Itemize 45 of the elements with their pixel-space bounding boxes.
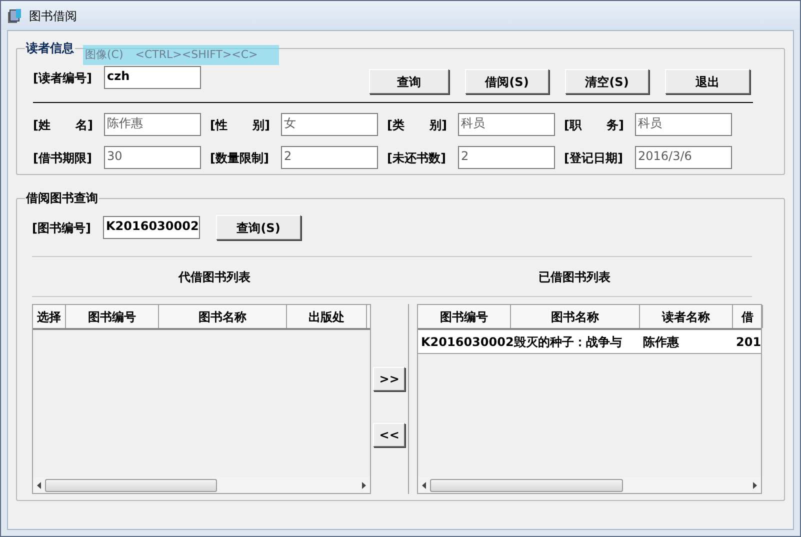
field-label: [图书编号] xyxy=(32,220,92,236)
column-header[interactable]: 图书名称 xyxy=(511,305,640,328)
scroll-right-icon[interactable] xyxy=(362,482,366,488)
column-header[interactable]: 借 xyxy=(733,305,763,328)
field-label: [登记日期] xyxy=(564,150,624,166)
push-button[interactable]: 查询 xyxy=(369,69,449,94)
field-label: [读者编号] xyxy=(33,70,93,86)
table-cell-text: 201 xyxy=(735,334,762,350)
scrollbar-thumb[interactable] xyxy=(430,478,623,492)
group-title: 借阅图书查询 xyxy=(25,190,99,207)
push-button[interactable]: 查询(S) xyxy=(216,215,301,240)
field-label: [数量限制] xyxy=(210,150,270,166)
tooltip-shortcut: <CTRL><SHIFT><C> xyxy=(135,46,258,63)
push-button[interactable]: 借阅(S) xyxy=(465,69,549,94)
scroll-left-icon[interactable] xyxy=(37,482,41,488)
column-header[interactable]: 图书名称 xyxy=(159,305,287,328)
text-field[interactable]: K2016030002 xyxy=(103,216,200,239)
column-header[interactable]: 图书编号 xyxy=(418,305,511,328)
table-cell-text: 陈作惠 xyxy=(642,334,680,350)
scroll-right-icon[interactable] xyxy=(753,482,757,488)
table-cell-text: 毁灭的种子：战争与 xyxy=(513,334,623,350)
scrollbar-thumb[interactable] xyxy=(45,478,217,492)
list-title: 代借图书列表 xyxy=(177,268,252,286)
group-title: 读者信息 xyxy=(25,40,75,57)
field-label: [性 别] xyxy=(210,116,272,134)
move-button[interactable]: << xyxy=(373,423,406,447)
field-label: [未还书数] xyxy=(387,150,447,166)
column-header[interactable]: 选择 xyxy=(33,305,66,328)
field-label: [借书期限] xyxy=(33,150,93,166)
move-button[interactable]: >> xyxy=(373,367,406,391)
push-button[interactable]: 清空(S) xyxy=(565,69,649,94)
column-header[interactable]: 出版处 xyxy=(287,305,367,328)
list-title: 已借图书列表 xyxy=(538,268,612,286)
column-header[interactable]: 读者名称 xyxy=(640,305,733,328)
table-cell-text: K2016030002 xyxy=(420,334,511,350)
tooltip-label: 图像(C) xyxy=(85,46,124,63)
field-label: [职 务] xyxy=(564,116,626,134)
text-field[interactable]: czh xyxy=(104,66,201,89)
window-title: 图书借阅 xyxy=(29,8,77,24)
column-header[interactable]: 图书编号 xyxy=(66,305,159,328)
field-label: [类 别] xyxy=(387,116,448,134)
scroll-left-icon[interactable] xyxy=(422,482,426,488)
field-label: [姓 名] xyxy=(33,116,94,134)
push-button[interactable]: 退出 xyxy=(665,69,750,94)
books-icon xyxy=(7,8,23,24)
